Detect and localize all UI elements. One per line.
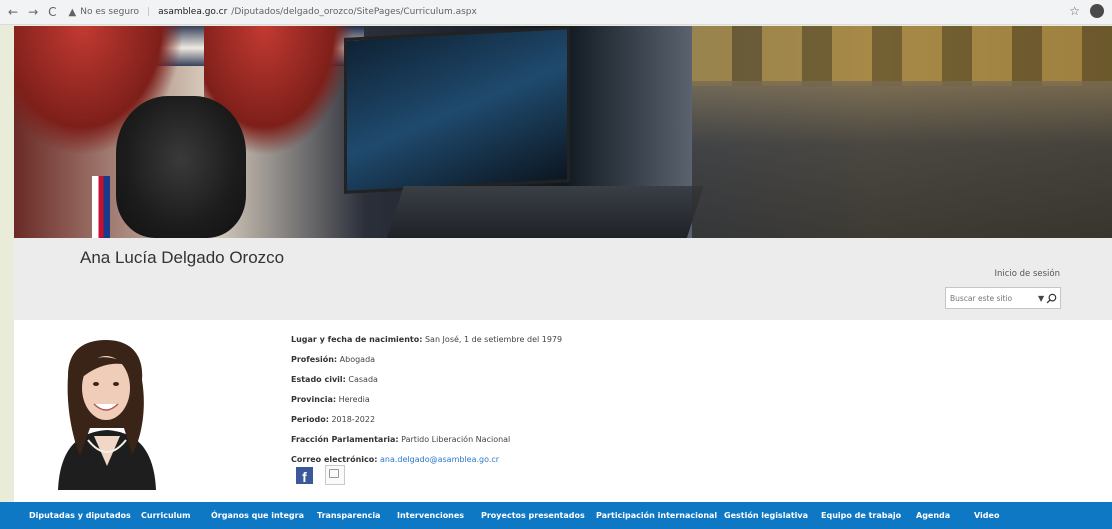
civil-status-label: Estado civil:: [291, 375, 346, 384]
province-row: Provincia: Heredia: [291, 390, 562, 410]
warning-icon: ▲: [68, 6, 77, 18]
banner-control-desk: [384, 186, 704, 238]
province-value: Heredia: [336, 395, 370, 404]
browser-actions: ☆: [1069, 4, 1104, 18]
birth-row: Lugar y fecha de nacimiento: San José, 1…: [291, 330, 562, 350]
broken-image-icon[interactable]: [325, 465, 345, 485]
nav-item-proyectos[interactable]: Proyectos presentados: [481, 511, 585, 520]
birth-label: Lugar y fecha de nacimiento:: [291, 335, 423, 344]
profession-label: Profesión:: [291, 355, 338, 364]
email-label: Correo electrónico:: [291, 455, 378, 464]
profile-content: Lugar y fecha de nacimiento: San José, 1…: [14, 320, 1112, 502]
period-label: Periodo:: [291, 415, 329, 424]
banner-flag: [92, 176, 110, 238]
fraction-row: Fracción Parlamentaria: Partido Liberaci…: [291, 430, 562, 450]
search-input[interactable]: [946, 292, 1038, 304]
nav-item-equipo[interactable]: Equipo de trabajo: [821, 511, 901, 520]
signin-link[interactable]: Inicio de sesión: [994, 269, 1060, 279]
security-warning: No es seguro: [80, 7, 140, 17]
site-header: Ana Lucía Delgado Orozco Inicio de sesió…: [14, 238, 1112, 320]
profile-avatar-icon[interactable]: [1090, 4, 1104, 18]
nav-item-agenda[interactable]: Agenda: [916, 511, 950, 520]
period-value: 2018-2022: [328, 415, 376, 424]
banner-monitor: [344, 26, 570, 194]
province-label: Provincia:: [291, 395, 337, 404]
birth-value: San José, 1 de setiembre del 1979: [422, 335, 563, 344]
nav-item-video[interactable]: Video: [974, 511, 999, 520]
forward-icon[interactable]: →: [28, 5, 38, 19]
nav-item-intervenciones[interactable]: Intervenciones: [397, 511, 464, 520]
nav-item-diputados[interactable]: Diputadas y diputados: [29, 511, 131, 520]
banner-press-crowd: [692, 81, 1112, 238]
nav-item-transparencia[interactable]: Transparencia: [317, 511, 380, 520]
civil-status-row: Estado civil: Casada: [291, 370, 562, 390]
site-title[interactable]: Ana Lucía Delgado Orozco: [80, 248, 284, 268]
browser-nav: ← → C: [8, 5, 57, 19]
facebook-icon[interactable]: f: [296, 466, 313, 484]
profile-details: Lugar y fecha de nacimiento: San José, 1…: [291, 330, 562, 470]
browser-toolbar: ← → C ▲ No es seguro | asamblea.go.cr/Di…: [0, 0, 1112, 25]
back-icon[interactable]: ←: [8, 5, 18, 19]
reload-icon[interactable]: C: [48, 5, 56, 19]
fraction-value: Partido Liberación Nacional: [398, 435, 511, 444]
search-icon[interactable]: [1046, 293, 1057, 304]
address-bar[interactable]: ▲ No es seguro | asamblea.go.cr/Diputado…: [69, 7, 477, 18]
profession-value: Abogada: [337, 355, 376, 364]
civil-status-value: Casada: [345, 375, 378, 384]
email-link[interactable]: ana.delgado@asamblea.go.cr: [380, 455, 499, 464]
url-domain: asamblea.go.cr: [158, 7, 228, 17]
main-navigation: Diputadas y diputados Curriculum Órganos…: [0, 502, 1112, 529]
profile-photo: [40, 336, 174, 490]
address-separator: |: [147, 7, 151, 17]
banner-frames: [692, 26, 1112, 86]
url-path: /Diputados/delgado_orozco/SitePages/Curr…: [231, 7, 477, 17]
search-box[interactable]: ▼: [945, 287, 1061, 309]
site-banner-image: [14, 26, 1112, 238]
nav-item-curriculum[interactable]: Curriculum: [141, 511, 190, 520]
social-links: f: [296, 465, 345, 485]
profession-row: Profesión: Abogada: [291, 350, 562, 370]
search-scope-dropdown-icon[interactable]: ▼: [1038, 294, 1044, 303]
bookmark-star-icon[interactable]: ☆: [1069, 4, 1080, 18]
period-row: Periodo: 2018-2022: [291, 410, 562, 430]
fraction-label: Fracción Parlamentaria:: [291, 435, 399, 444]
nav-item-participacion[interactable]: Participación internacional: [596, 511, 717, 520]
banner-crest: [116, 96, 246, 238]
nav-item-gestion[interactable]: Gestión legislativa: [724, 511, 808, 520]
nav-item-organos[interactable]: Órganos que integra: [211, 511, 304, 520]
